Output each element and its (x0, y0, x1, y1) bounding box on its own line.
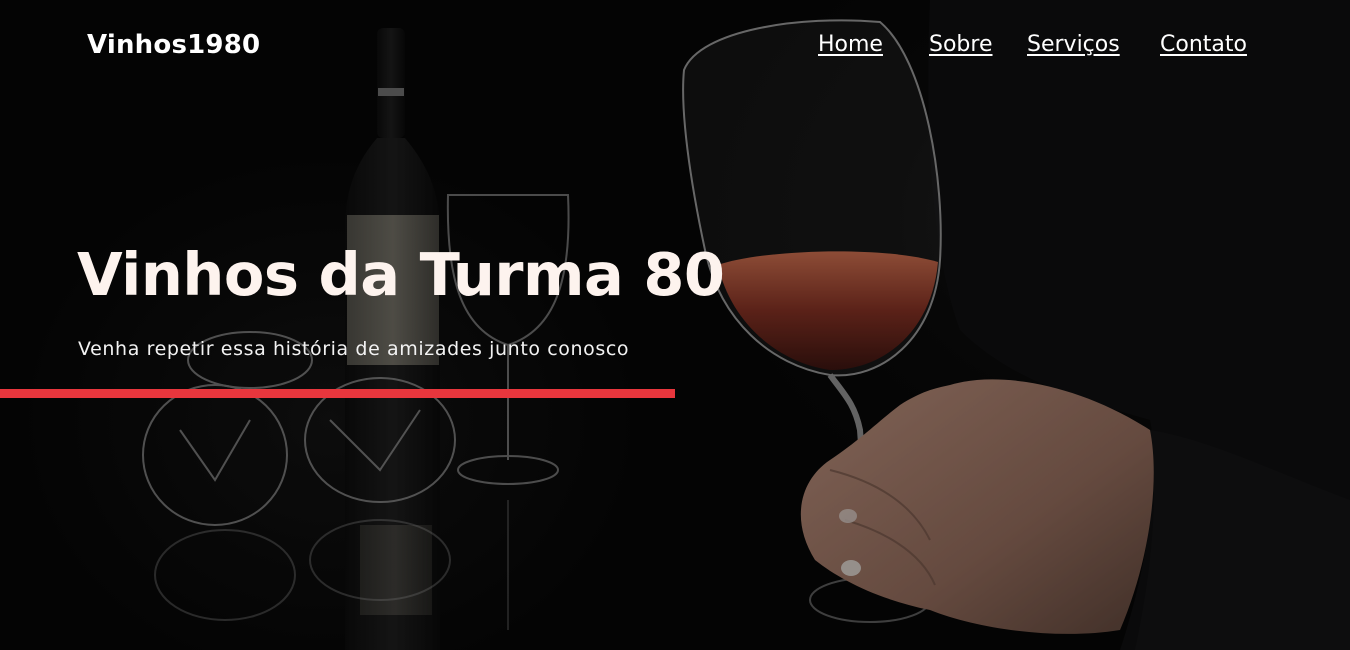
hero-subtitle: Venha repetir essa história de amizades … (78, 338, 630, 360)
nav-link-contato[interactable]: Contato (1160, 32, 1247, 57)
hero-background-photo (0, 0, 1350, 650)
hero-section: Vinhos1980 Home Sobre Serviços Contato V… (0, 0, 1350, 650)
accent-divider (0, 389, 675, 398)
main-nav: Home Sobre Serviços Contato (0, 32, 1350, 64)
hero-title: Vinhos da Turma 80 (77, 240, 725, 309)
nav-link-servicos[interactable]: Serviços (1027, 32, 1120, 57)
nav-link-home[interactable]: Home (818, 32, 883, 57)
nav-link-sobre[interactable]: Sobre (929, 32, 993, 57)
